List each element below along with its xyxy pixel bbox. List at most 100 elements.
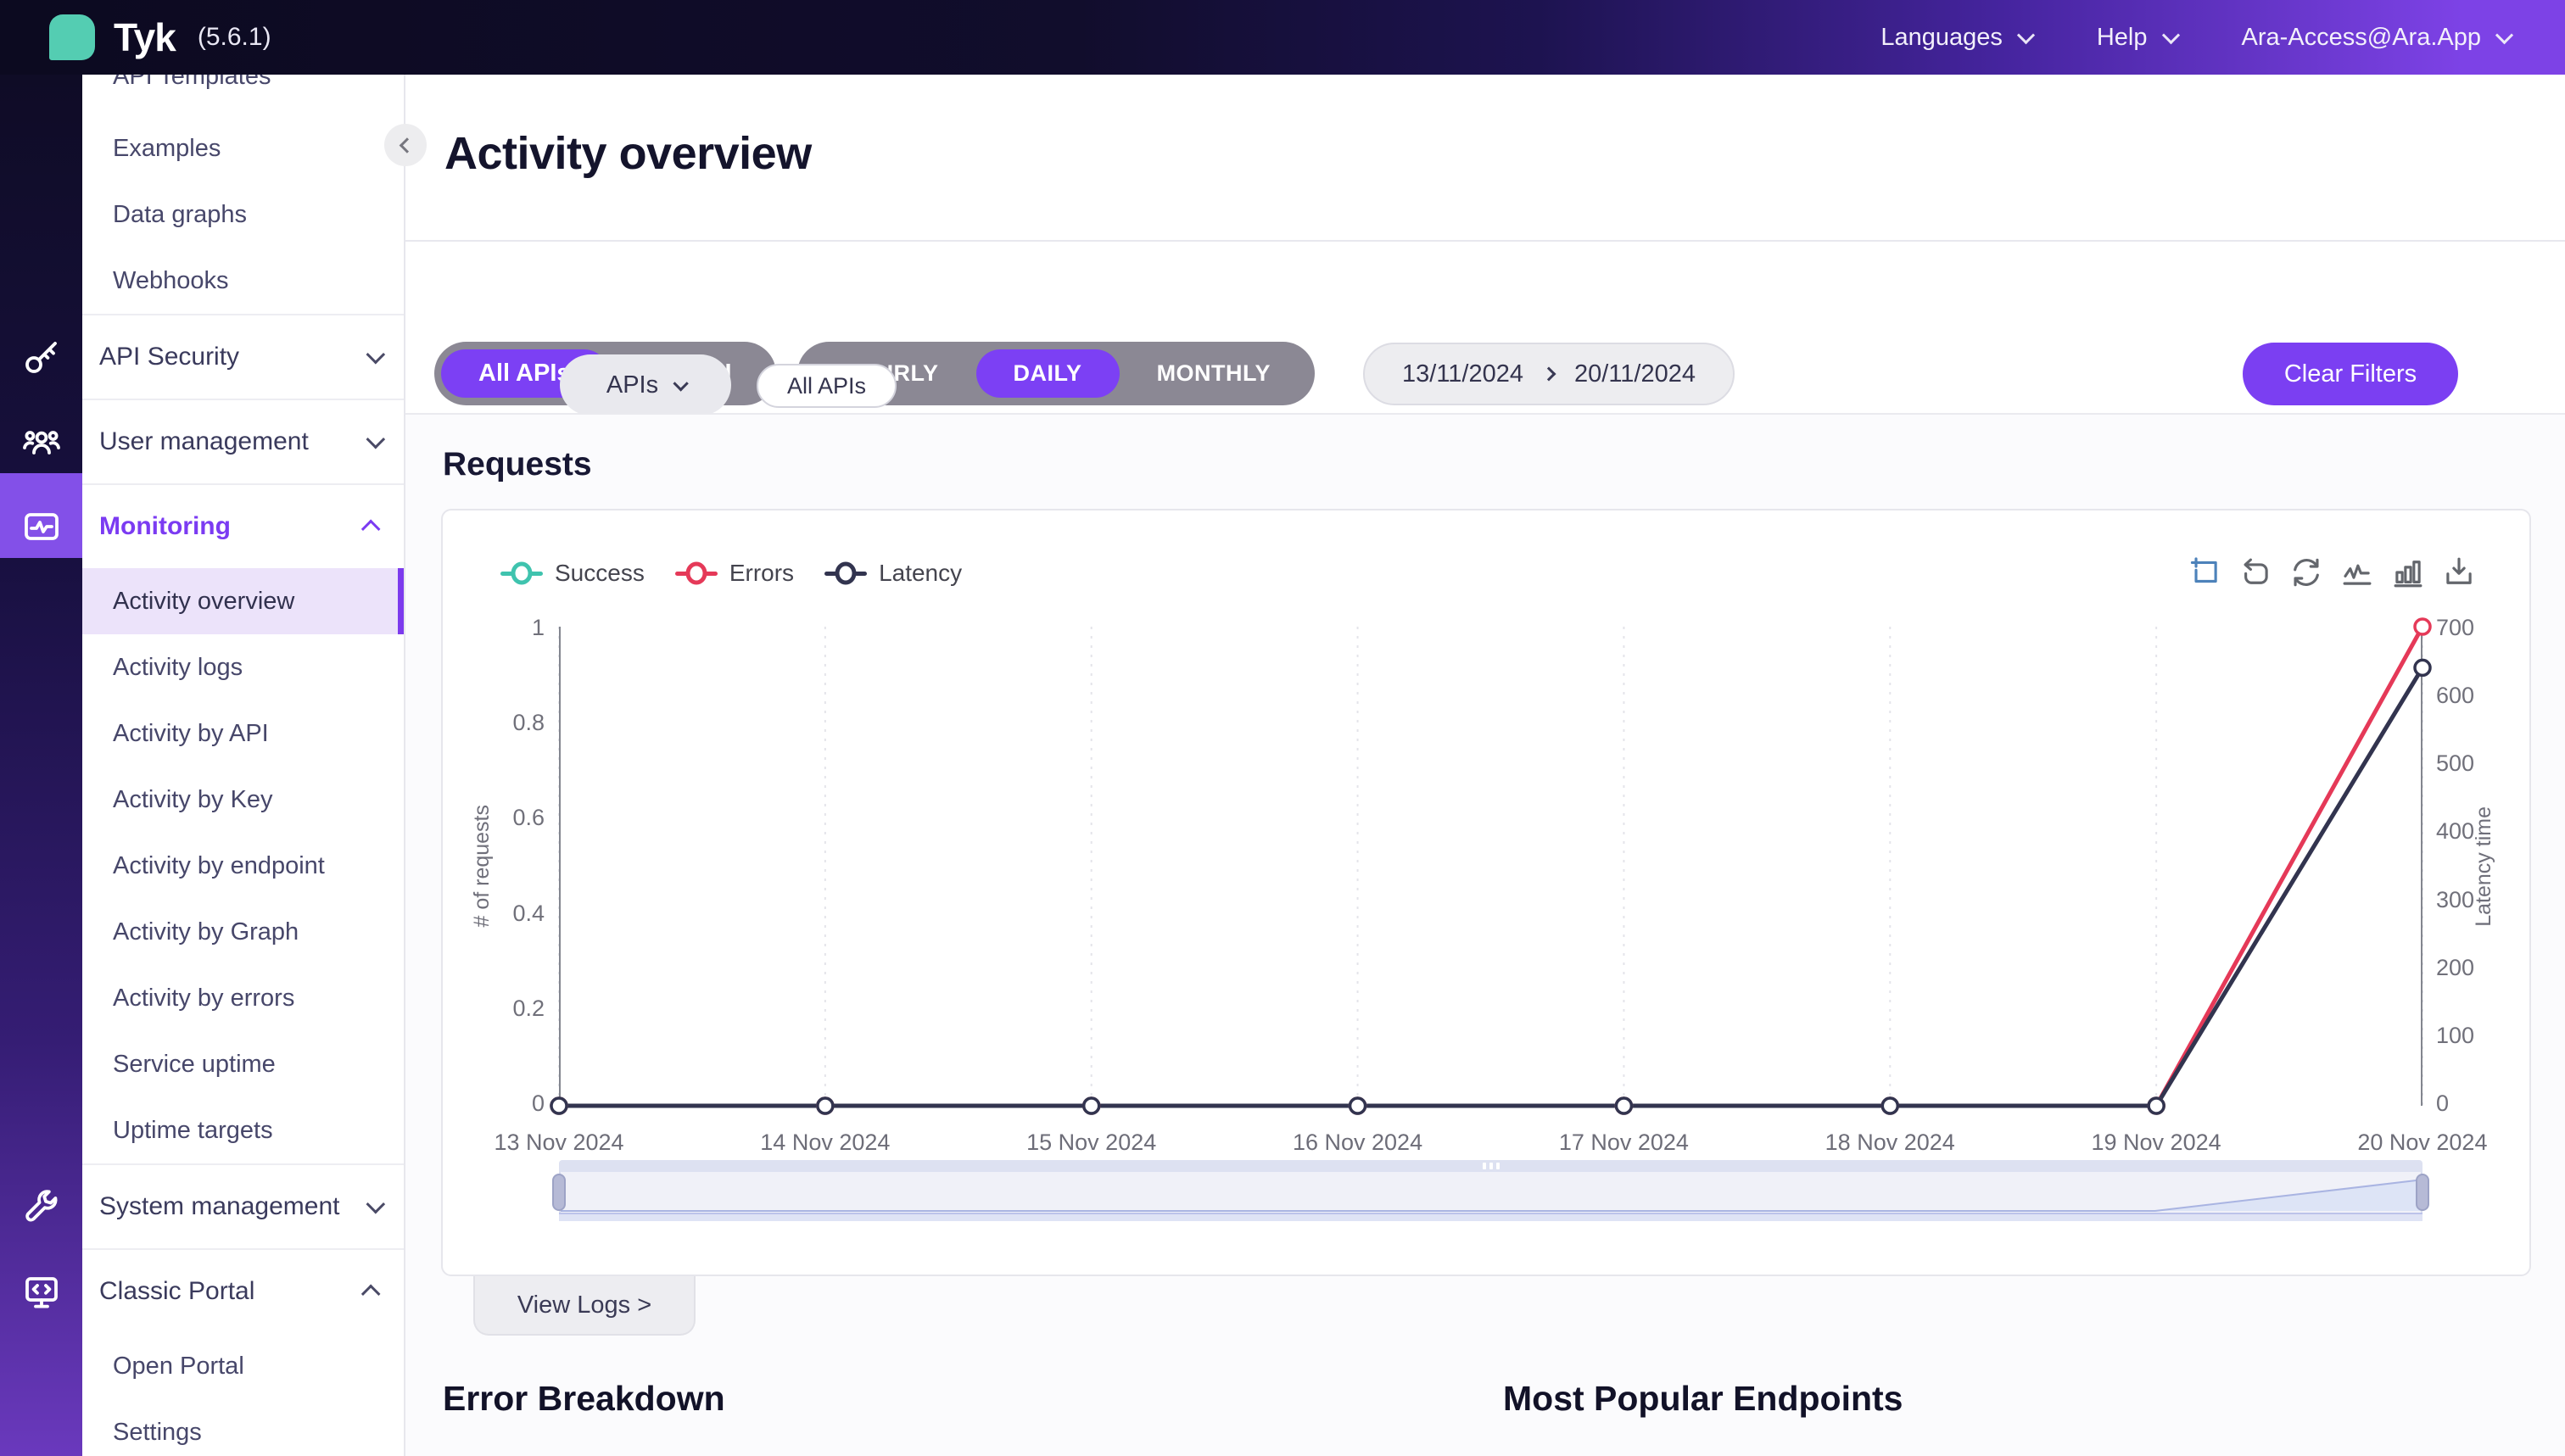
sidebar-item[interactable]: Webhooks — [82, 248, 404, 314]
classic-portal-icon[interactable] — [20, 1270, 63, 1313]
tick-label: 700 — [2436, 615, 2475, 640]
sidebar-item-label: Activity overview — [113, 587, 295, 615]
data-point[interactable] — [816, 1096, 835, 1115]
sidebar-item[interactable]: Service uptime — [82, 1031, 404, 1097]
filter-value-label: All APIs — [787, 372, 867, 399]
datazoom-left-handle[interactable] — [552, 1174, 566, 1211]
legend-item[interactable]: Errors — [674, 560, 794, 587]
sidebar-item-label: Monitoring — [99, 512, 231, 540]
data-point[interactable] — [1614, 1096, 1634, 1115]
data-zoom-select-icon[interactable] — [2187, 555, 2222, 590]
datazoom-track[interactable] — [559, 1172, 2422, 1213]
chevron-left-icon — [399, 137, 415, 153]
data-point[interactable] — [2413, 617, 2432, 636]
chart-legend: Success Errors Latency — [500, 560, 962, 587]
tick-label: 500 — [2436, 750, 2475, 777]
data-point[interactable] — [2147, 1096, 2165, 1115]
system-management-icon[interactable] — [20, 1185, 63, 1228]
tyk-logo-icon — [49, 14, 95, 60]
sidebar-item-label: Open Portal — [113, 1352, 244, 1380]
sidebar-item-label: Activity by API — [113, 719, 269, 747]
tick-label: 1 — [531, 615, 545, 640]
zoom-reset-icon[interactable] — [2238, 555, 2273, 590]
sidebar-item[interactable]: Activity overview — [82, 568, 404, 634]
date-range-picker[interactable]: 13/11/2024 20/11/2024 — [1363, 343, 1735, 405]
languages-menu[interactable]: Languages — [1880, 23, 2035, 52]
monitoring-icon[interactable] — [20, 505, 63, 548]
sidebar-item[interactable]: Activity by errors — [82, 965, 404, 1031]
tick-label: 400 — [2436, 818, 2475, 845]
sidebar-collapse-button[interactable] — [384, 124, 427, 166]
sidebar-item[interactable]: Data graphs — [82, 181, 404, 248]
sidebar-item[interactable]: System management — [82, 1163, 404, 1248]
data-point[interactable] — [1081, 1096, 1101, 1115]
tick-label: 0.6 — [512, 805, 545, 831]
api-security-icon[interactable] — [20, 336, 63, 378]
datazoom-top-bar[interactable] — [559, 1160, 2422, 1172]
right-axis-ticks: 700 600 500 400 300 200 100 0 — [2436, 615, 2529, 1117]
data-point[interactable] — [2413, 658, 2432, 678]
tick-label: 100 — [2436, 1022, 2475, 1048]
sidebar-item[interactable]: User management — [82, 399, 404, 483]
chevron-right-icon — [1541, 366, 1556, 382]
user-management-icon[interactable] — [20, 421, 63, 463]
clear-filters-button[interactable]: Clear Filters — [2243, 343, 2458, 405]
tick-label: 0.8 — [512, 710, 545, 736]
filter-value-chip[interactable]: All APIs — [757, 364, 897, 408]
languages-label: Languages — [1880, 23, 2003, 51]
account-label: Ara-Access@Ara.App — [2241, 23, 2481, 51]
sidebar-item[interactable]: Activity by Key — [82, 767, 404, 833]
line-chart-icon[interactable] — [2339, 555, 2375, 590]
view-logs-button[interactable]: View Logs > — [473, 1276, 696, 1336]
data-point[interactable] — [1348, 1096, 1367, 1115]
sidebar-item[interactable]: Uptime targets — [82, 1097, 404, 1163]
chevron-down-icon — [2161, 25, 2180, 44]
tyk-logo-text: Tyk — [114, 15, 176, 59]
sidebar-item-label: Data graphs — [113, 200, 247, 228]
sidebar-item-label: Webhooks — [113, 266, 229, 294]
sidebar-item[interactable]: API Templates — [82, 75, 404, 115]
sidebar-item-label: Service uptime — [113, 1050, 276, 1078]
account-menu[interactable]: Ara-Access@Ara.App — [2241, 23, 2514, 52]
sidebar-item-label: Activity logs — [113, 653, 243, 681]
requests-plot[interactable] — [550, 617, 2432, 1115]
tick-label: 200 — [2436, 954, 2475, 980]
sidebar-item[interactable]: Settings — [82, 1399, 404, 1456]
legend-item[interactable]: Latency — [824, 560, 962, 587]
restore-icon[interactable] — [2288, 555, 2324, 590]
tick-label: 300 — [2436, 886, 2475, 912]
sidebar-item[interactable]: Examples — [82, 115, 404, 181]
bar-chart-icon[interactable] — [2390, 555, 2426, 590]
sidebar-item[interactable]: Activity logs — [82, 634, 404, 700]
tick-label: 0 — [2436, 1090, 2450, 1116]
sidebar-item[interactable]: Monitoring — [82, 483, 404, 568]
granularity-option-label: MONTHLY — [1156, 360, 1271, 386]
sidebar-item[interactable]: Activity by Graph — [82, 899, 404, 965]
sidebar-item[interactable]: API Security — [82, 314, 404, 399]
sidebar-item[interactable]: Classic Portal — [82, 1248, 404, 1333]
granularity-option[interactable]: MONTHLY — [1120, 349, 1309, 398]
sidebar-item[interactable]: Activity by endpoint — [82, 833, 404, 899]
sidebar-item[interactable]: Open Portal — [82, 1333, 404, 1399]
datazoom-right-handle[interactable] — [2416, 1174, 2429, 1211]
sidebar-item-label: Activity by errors — [113, 984, 295, 1012]
sidebar-item-label: Activity by Key — [113, 785, 273, 813]
data-point[interactable] — [550, 1096, 568, 1115]
tyk-brand[interactable]: Tyk (5.6.1) — [49, 14, 271, 60]
save-image-icon[interactable] — [2441, 555, 2477, 590]
filter-type-label: APIs — [606, 371, 659, 399]
sidebar-item[interactable]: Activity by API — [82, 700, 404, 767]
tick-label: 16 Nov 2024 — [1292, 1130, 1423, 1155]
granularity-option[interactable]: DAILY — [975, 349, 1120, 398]
legend-label: Success — [555, 560, 645, 586]
tick-label: 13 Nov 2024 — [494, 1130, 624, 1155]
legend-item[interactable]: Success — [500, 560, 645, 587]
main-content: Activity overview All APIs Per API HOURL… — [405, 75, 2565, 1456]
data-point[interactable] — [1880, 1096, 1900, 1115]
datazoom-grip-icon[interactable] — [1482, 1163, 1500, 1169]
filter-type-dropdown[interactable]: APIs — [560, 354, 731, 416]
tick-label: 600 — [2436, 683, 2475, 709]
datazoom-slider[interactable] — [552, 1160, 2429, 1221]
help-menu[interactable]: Help — [2097, 24, 2180, 52]
x-axis-labels: 13 Nov 2024 14 Nov 2024 15 Nov 2024 16 Nov … — [491, 1130, 2490, 1156]
